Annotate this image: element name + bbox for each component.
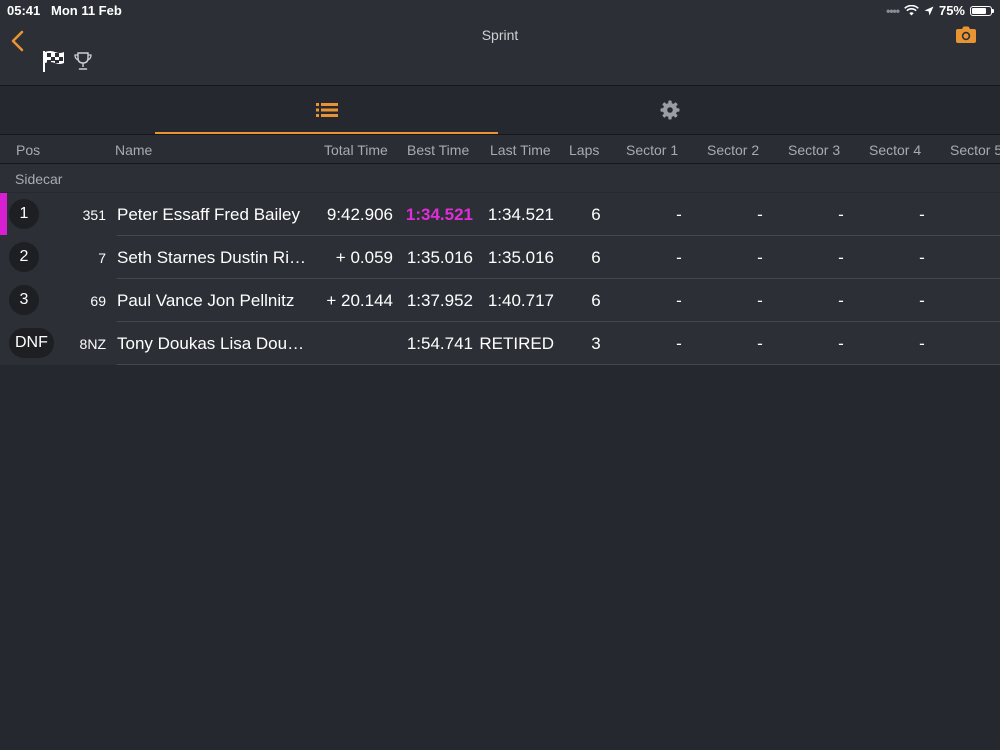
laps-count: 6 — [591, 248, 601, 267]
laps-count: 6 — [591, 291, 601, 310]
status-bar: 05:41 Mon 11 Feb •••• 75% — [0, 0, 1000, 20]
column-name[interactable]: Name — [115, 142, 152, 158]
sector-2-time: - — [757, 205, 763, 224]
sector-4-time: - — [919, 334, 925, 353]
top-bar: 05:41 Mon 11 Feb •••• 75% Sprint — [0, 0, 1000, 86]
table-row[interactable]: 3 69 Paul Vance Jon Pellnitz + 20.144 1:… — [0, 279, 1000, 322]
table-row[interactable]: DNF 8NZ Tony Doukas Lisa Dou… 1:54.741 R… — [0, 322, 1000, 365]
last-time: 1:34.521 — [487, 205, 554, 224]
last-time: 1:40.717 — [487, 291, 554, 310]
column-total-time[interactable]: Total Time — [324, 142, 388, 158]
table-row[interactable]: 2 7 Seth Starnes Dustin Ri… + 0.059 1:35… — [0, 236, 1000, 279]
battery-percent: 75% — [938, 3, 965, 18]
competitor-number: 69 — [90, 293, 106, 309]
column-sector-3[interactable]: Sector 3 — [788, 142, 840, 158]
column-sector-1[interactable]: Sector 1 — [626, 142, 678, 158]
total-time: 9:42.906 — [326, 205, 393, 224]
total-time: + 0.059 — [335, 248, 393, 267]
sector-1-time: - — [676, 205, 682, 224]
camera-icon — [956, 26, 976, 43]
sector-3-time: - — [838, 205, 844, 224]
laps-count: 3 — [591, 334, 601, 353]
competitor-name: Paul Vance Jon Pellnitz — [117, 291, 295, 310]
column-last-time[interactable]: Last Time — [490, 142, 551, 158]
results-table: 1 351 Peter Essaff Fred Bailey 9:42.906 … — [0, 193, 1000, 365]
sector-2-time: - — [757, 248, 763, 267]
sector-3-time: - — [838, 334, 844, 353]
checkered-flag-icon[interactable] — [41, 50, 65, 72]
last-time: 1:35.016 — [487, 248, 554, 267]
position-badge: 3 — [9, 285, 39, 315]
battery-icon — [970, 5, 994, 16]
active-tab-indicator — [155, 132, 498, 134]
camera-button[interactable] — [955, 25, 977, 45]
sector-1-time: - — [676, 248, 682, 267]
wifi-icon — [904, 5, 919, 16]
column-best-time[interactable]: Best Time — [407, 142, 469, 158]
trophy-icon[interactable] — [73, 51, 93, 71]
page-title: Sprint — [481, 27, 519, 43]
best-time: 1:37.952 — [406, 291, 473, 310]
sector-4-time: - — [919, 205, 925, 224]
sector-3-time: - — [838, 248, 844, 267]
best-time-fastest: 1:34.521 — [405, 205, 473, 224]
sector-4-time: - — [919, 248, 925, 267]
status-right: •••• 75% — [886, 3, 994, 18]
battery-fill — [972, 7, 986, 14]
competitor-number: 351 — [82, 207, 106, 223]
competitor-name: Peter Essaff Fred Bailey — [117, 205, 300, 224]
competitor-name: Seth Starnes Dustin Ri… — [117, 248, 306, 267]
competitor-number: 8NZ — [79, 336, 106, 352]
column-laps[interactable]: Laps — [569, 142, 599, 158]
status-date: Mon 11 Feb — [51, 3, 122, 18]
position-badge: DNF — [9, 328, 54, 358]
leader-marker — [0, 193, 7, 235]
sector-4-time: - — [919, 291, 925, 310]
signal-icon: •••• — [886, 3, 900, 18]
view-tab-bar — [0, 86, 1000, 135]
sector-2-time: - — [757, 291, 763, 310]
position-badge: 1 — [9, 199, 39, 229]
best-time: 1:54.741 — [406, 334, 473, 353]
sector-1-time: - — [676, 291, 682, 310]
sector-2-time: - — [757, 334, 763, 353]
column-sector-2[interactable]: Sector 2 — [707, 142, 759, 158]
location-icon — [924, 6, 934, 15]
laps-count: 6 — [591, 205, 601, 224]
class-group-header: Sidecar — [0, 164, 1000, 192]
position-badge: 2 — [9, 242, 39, 272]
column-sector-5[interactable]: Sector 5 — [950, 142, 1000, 158]
competitor-name: Tony Doukas Lisa Dou… — [117, 334, 305, 353]
results-screen: 05:41 Mon 11 Feb •••• 75% Sprint Pos Nam… — [0, 0, 1000, 750]
sector-1-time: - — [676, 334, 682, 353]
table-row[interactable]: 1 351 Peter Essaff Fred Bailey 9:42.906 … — [0, 193, 1000, 236]
column-header-row: Pos Name Total Time Best Time Last Time … — [0, 135, 1000, 164]
last-time: RETIRED — [479, 334, 554, 353]
list-icon — [315, 103, 338, 117]
tab-settings[interactable] — [498, 86, 841, 134]
row-divider — [117, 364, 1000, 365]
best-time: 1:35.016 — [406, 248, 473, 267]
gear-icon — [660, 100, 679, 120]
sector-3-time: - — [838, 291, 844, 310]
total-time: + 20.144 — [326, 291, 393, 310]
status-time: 05:41 — [7, 3, 41, 18]
class-group-label: Sidecar — [15, 171, 63, 187]
column-sector-4[interactable]: Sector 4 — [869, 142, 921, 158]
tab-results-list[interactable] — [155, 86, 498, 134]
column-pos[interactable]: Pos — [16, 142, 40, 158]
competitor-number: 7 — [98, 250, 106, 266]
